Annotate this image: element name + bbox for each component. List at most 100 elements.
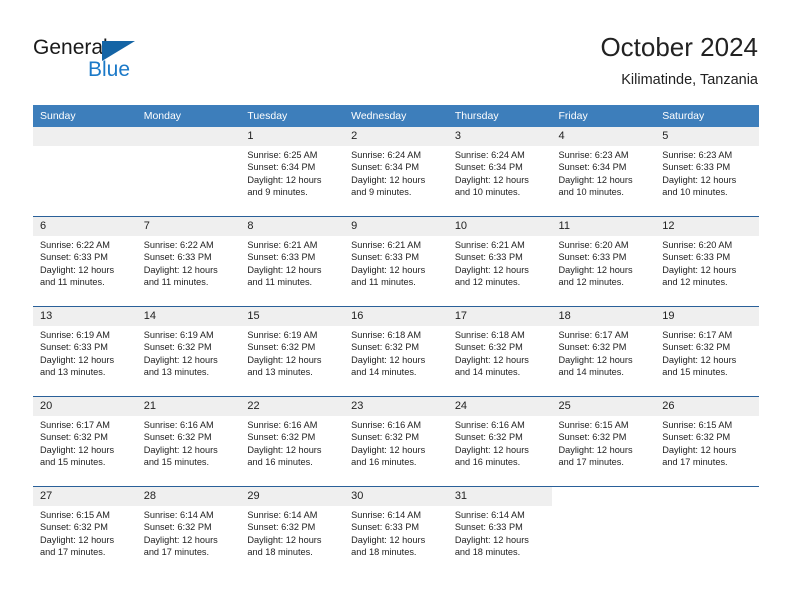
brand-logo[interactable]: General Blue bbox=[33, 36, 233, 86]
calendar-day-cell[interactable]: 19 Sunrise: 6:17 AM Sunset: 6:32 PM Dayligh… bbox=[655, 306, 759, 397]
daylight-duration-line1: Daylight: 12 hours bbox=[454, 264, 529, 275]
calendar-day-cell[interactable]: 18 Sunrise: 6:17 AM Sunset: 6:32 PM Dayligh… bbox=[551, 306, 656, 397]
calendar-day-cell[interactable]: 27 Sunrise: 6:15 AM Sunset: 6:32 PM Dayligh… bbox=[33, 486, 137, 576]
day-number: 29 bbox=[240, 487, 345, 506]
day-number bbox=[136, 127, 241, 146]
sunset-time: Sunset: 6:32 PM bbox=[662, 342, 731, 353]
calendar-day-cell[interactable]: 14 Sunrise: 6:19 AM Sunset: 6:32 PM Dayligh… bbox=[136, 306, 241, 397]
calendar-day-cell[interactable]: 7 Sunrise: 6:22 AM Sunset: 6:33 PM Daylight… bbox=[136, 216, 241, 307]
day-number bbox=[655, 487, 759, 506]
sunrise-time: Sunrise: 6:16 AM bbox=[351, 420, 422, 430]
calendar-day-cell[interactable]: 29 Sunrise: 6:14 AM Sunset: 6:32 PM Dayligh… bbox=[240, 486, 345, 576]
sunrise-time: Sunrise: 6:16 AM bbox=[247, 420, 318, 430]
sunset-time: Sunset: 6:32 PM bbox=[143, 522, 212, 533]
daylight-duration-line2: and 16 minutes. bbox=[247, 457, 313, 468]
sunrise-time: Sunrise: 6:14 AM bbox=[351, 510, 422, 520]
calendar-day-cell[interactable]: 5 Sunrise: 6:23 AM Sunset: 6:33 PM Daylight… bbox=[655, 127, 759, 217]
daylight-duration-line2: and 11 minutes. bbox=[40, 277, 105, 288]
sunset-time: Sunset: 6:32 PM bbox=[40, 432, 108, 443]
calendar-day-cell[interactable]: 6 Sunrise: 6:22 AM Sunset: 6:33 PM Daylight… bbox=[33, 216, 137, 307]
calendar-day-cell[interactable]: 12 Sunrise: 6:20 AM Sunset: 6:33 PM Dayligh… bbox=[655, 216, 759, 307]
day-number: 20 bbox=[33, 397, 137, 416]
calendar-day-cell[interactable]: 26 Sunrise: 6:15 AM Sunset: 6:32 PM Dayligh… bbox=[655, 396, 759, 487]
calendar-day-cell[interactable]: 24 Sunrise: 6:16 AM Sunset: 6:32 PM Dayligh… bbox=[447, 396, 552, 487]
daylight-duration-line2: and 14 minutes. bbox=[454, 367, 521, 378]
sunset-time: Sunset: 6:33 PM bbox=[454, 522, 523, 533]
day-number: 31 bbox=[447, 487, 552, 506]
day-number: 18 bbox=[551, 307, 656, 326]
weekday-header-friday: Friday bbox=[551, 105, 656, 127]
daylight-duration-line1: Daylight: 12 hours bbox=[351, 174, 426, 185]
calendar-day-cell[interactable] bbox=[136, 127, 241, 217]
daylight-duration-line2: and 18 minutes. bbox=[351, 547, 417, 558]
calendar-day-cell[interactable]: 25 Sunrise: 6:15 AM Sunset: 6:32 PM Dayligh… bbox=[551, 396, 656, 487]
sunrise-time: Sunrise: 6:14 AM bbox=[247, 510, 318, 520]
day-number: 17 bbox=[447, 307, 552, 326]
calendar-day-cell[interactable] bbox=[33, 127, 137, 217]
sunrise-time: Sunrise: 6:20 AM bbox=[662, 240, 733, 250]
day-sun-info: Sunrise: 6:16 AM Sunset: 6:32 PM Daylight:… bbox=[240, 416, 344, 469]
calendar-day-cell[interactable] bbox=[551, 486, 656, 576]
calendar-day-cell[interactable]: 17 Sunrise: 6:18 AM Sunset: 6:32 PM Dayligh… bbox=[447, 306, 552, 397]
sunset-time: Sunset: 6:34 PM bbox=[247, 162, 316, 173]
calendar-day-cell[interactable] bbox=[655, 486, 759, 576]
day-number: 22 bbox=[240, 397, 345, 416]
daylight-duration-line2: and 18 minutes. bbox=[454, 547, 521, 558]
daylight-duration-line1: Daylight: 12 hours bbox=[40, 444, 115, 455]
calendar-day-cell[interactable]: 28 Sunrise: 6:14 AM Sunset: 6:32 PM Dayligh… bbox=[136, 486, 241, 576]
calendar-day-cell[interactable]: 11 Sunrise: 6:20 AM Sunset: 6:33 PM Dayligh… bbox=[551, 216, 656, 307]
daylight-duration-line1: Daylight: 12 hours bbox=[247, 354, 322, 365]
calendar-day-cell[interactable]: 15 Sunrise: 6:19 AM Sunset: 6:32 PM Dayligh… bbox=[240, 306, 345, 397]
calendar-week-row: 1 Sunrise: 6:25 AM Sunset: 6:34 PM Daylight… bbox=[33, 127, 759, 217]
daylight-duration-line1: Daylight: 12 hours bbox=[454, 174, 529, 185]
calendar-day-cell[interactable]: 8 Sunrise: 6:21 AM Sunset: 6:33 PM Daylight… bbox=[240, 216, 345, 307]
title-block: October 2024 Kilimatinde, Tanzania bbox=[600, 32, 758, 90]
sunset-time: Sunset: 6:32 PM bbox=[143, 432, 212, 443]
day-sun-info: Sunrise: 6:24 AM Sunset: 6:34 PM Daylight:… bbox=[448, 146, 552, 199]
sunrise-time: Sunrise: 6:24 AM bbox=[454, 150, 525, 160]
day-sun-info: Sunrise: 6:14 AM Sunset: 6:33 PM Daylight:… bbox=[448, 506, 552, 559]
sunrise-time: Sunrise: 6:21 AM bbox=[351, 240, 422, 250]
calendar-day-cell[interactable]: 2 Sunrise: 6:24 AM Sunset: 6:34 PM Daylight… bbox=[344, 127, 448, 217]
calendar-day-cell[interactable]: 20 Sunrise: 6:17 AM Sunset: 6:32 PM Dayligh… bbox=[33, 396, 137, 487]
calendar-day-cell[interactable]: 16 Sunrise: 6:18 AM Sunset: 6:32 PM Dayligh… bbox=[344, 306, 448, 397]
daylight-duration-line1: Daylight: 12 hours bbox=[351, 444, 426, 455]
day-sun-info: Sunrise: 6:24 AM Sunset: 6:34 PM Daylight:… bbox=[344, 146, 448, 199]
daylight-duration-line1: Daylight: 12 hours bbox=[662, 264, 737, 275]
calendar-week-row: 27 Sunrise: 6:15 AM Sunset: 6:32 PM Dayligh… bbox=[33, 486, 759, 576]
daylight-duration-line1: Daylight: 12 hours bbox=[558, 174, 633, 185]
calendar-day-cell[interactable]: 4 Sunrise: 6:23 AM Sunset: 6:34 PM Daylight… bbox=[551, 127, 656, 217]
day-number: 1 bbox=[240, 127, 345, 146]
sunrise-time: Sunrise: 6:18 AM bbox=[351, 330, 422, 340]
daylight-duration-line2: and 9 minutes. bbox=[247, 187, 308, 198]
calendar-day-cell[interactable]: 22 Sunrise: 6:16 AM Sunset: 6:32 PM Dayligh… bbox=[240, 396, 345, 487]
daylight-duration-line1: Daylight: 12 hours bbox=[143, 444, 218, 455]
calendar-day-cell[interactable]: 1 Sunrise: 6:25 AM Sunset: 6:34 PM Daylight… bbox=[240, 127, 345, 217]
weekday-header-thursday: Thursday bbox=[447, 105, 552, 127]
calendar-week-row: 6 Sunrise: 6:22 AM Sunset: 6:33 PM Daylight… bbox=[33, 216, 759, 307]
calendar-day-cell[interactable]: 30 Sunrise: 6:14 AM Sunset: 6:33 PM Dayligh… bbox=[344, 486, 448, 576]
daylight-duration-line2: and 17 minutes. bbox=[662, 457, 728, 468]
calendar-day-cell[interactable]: 23 Sunrise: 6:16 AM Sunset: 6:32 PM Dayligh… bbox=[344, 396, 448, 487]
sunset-time: Sunset: 6:32 PM bbox=[247, 432, 316, 443]
daylight-duration-line1: Daylight: 12 hours bbox=[143, 264, 218, 275]
calendar-day-cell[interactable]: 21 Sunrise: 6:16 AM Sunset: 6:32 PM Dayligh… bbox=[136, 396, 241, 487]
daylight-duration-line2: and 9 minutes. bbox=[351, 187, 412, 198]
day-sun-info: Sunrise: 6:20 AM Sunset: 6:33 PM Daylight:… bbox=[655, 236, 759, 289]
daylight-duration-line2: and 11 minutes. bbox=[143, 277, 209, 288]
calendar-week-row: 13 Sunrise: 6:19 AM Sunset: 6:33 PM Dayligh… bbox=[33, 306, 759, 397]
daylight-duration-line2: and 16 minutes. bbox=[454, 457, 521, 468]
calendar-day-cell[interactable]: 10 Sunrise: 6:21 AM Sunset: 6:33 PM Dayligh… bbox=[447, 216, 552, 307]
daylight-duration-line1: Daylight: 12 hours bbox=[351, 264, 426, 275]
calendar-day-cell[interactable]: 3 Sunrise: 6:24 AM Sunset: 6:34 PM Daylight… bbox=[447, 127, 552, 217]
sunrise-time: Sunrise: 6:15 AM bbox=[40, 510, 110, 520]
daylight-duration-line2: and 13 minutes. bbox=[247, 367, 313, 378]
sunrise-time: Sunrise: 6:24 AM bbox=[351, 150, 422, 160]
page-title: October 2024 bbox=[600, 32, 758, 62]
calendar-day-cell[interactable]: 13 Sunrise: 6:19 AM Sunset: 6:33 PM Dayligh… bbox=[33, 306, 137, 397]
calendar-day-cell[interactable]: 31 Sunrise: 6:14 AM Sunset: 6:33 PM Dayligh… bbox=[447, 486, 552, 576]
brand-name-general: General bbox=[33, 36, 108, 59]
calendar-day-cell[interactable]: 9 Sunrise: 6:21 AM Sunset: 6:33 PM Daylight… bbox=[344, 216, 448, 307]
day-number: 15 bbox=[240, 307, 345, 326]
sunrise-time: Sunrise: 6:25 AM bbox=[247, 150, 318, 160]
